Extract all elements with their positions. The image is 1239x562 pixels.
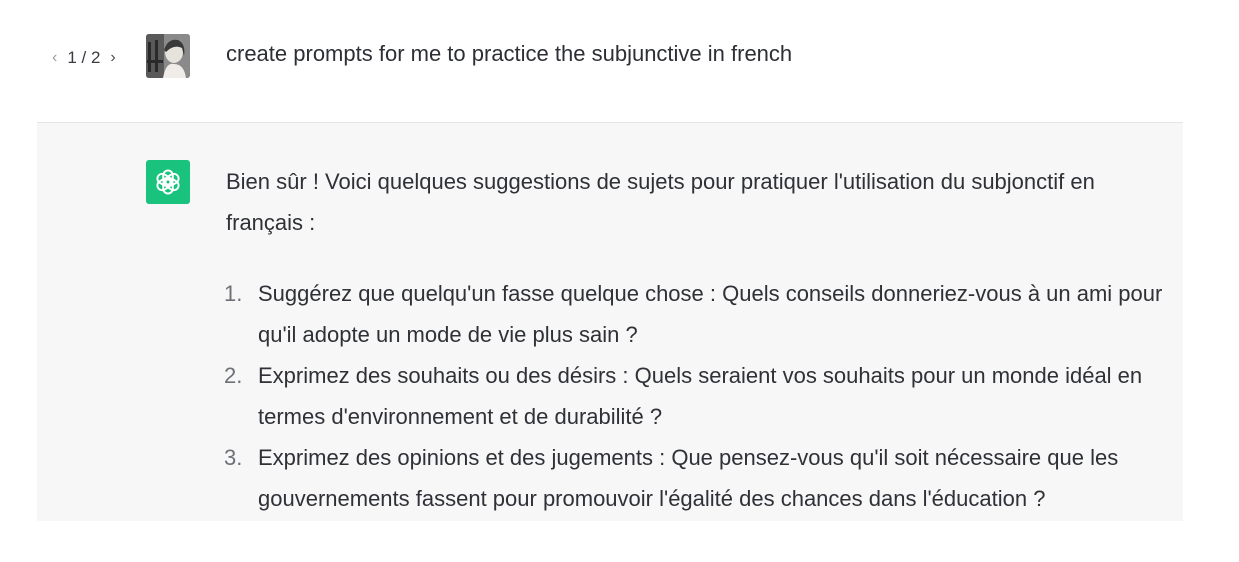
list-item: 3. Exprimez des opinions et des jugement…	[224, 437, 1176, 519]
list-item-text: Suggérez que quelqu'un fasse quelque cho…	[258, 281, 1163, 347]
user-message-row: ‹ 1 / 2 › create prompts for me to pract…	[0, 0, 1239, 122]
list-item-number: 2.	[224, 363, 243, 388]
response-pager: ‹ 1 / 2 ›	[52, 47, 116, 69]
chevron-right-icon[interactable]: ›	[110, 50, 115, 66]
chat-page: ‹ 1 / 2 › create prompts for me to pract…	[0, 0, 1239, 562]
list-item: 1. Suggérez que quelqu'un fasse quelque …	[224, 273, 1176, 355]
user-avatar	[146, 34, 190, 78]
openai-logo-icon	[146, 160, 190, 204]
suggestion-list: 1. Suggérez que quelqu'un fasse quelque …	[224, 273, 1176, 519]
reply-intro: Bien sûr ! Voici quelques suggestions de…	[226, 169, 1095, 235]
chevron-left-icon[interactable]: ‹	[52, 50, 57, 66]
list-item-text: Exprimez des opinions et des jugements :…	[258, 445, 1119, 511]
list-item: 2. Exprimez des souhaits ou des désirs :…	[224, 355, 1176, 437]
assistant-message-row: Bien sûr ! Voici quelques suggestions de…	[37, 122, 1183, 521]
list-item-number: 3.	[224, 445, 243, 470]
list-item-number: 1.	[224, 281, 243, 306]
list-item-text: Exprimez des souhaits ou des désirs : Qu…	[258, 363, 1143, 429]
user-message-text: create prompts for me to practice the su…	[226, 41, 793, 66]
pager-label: 1 / 2	[67, 48, 101, 67]
assistant-reply: Bien sûr ! Voici quelques suggestions de…	[224, 161, 1176, 519]
